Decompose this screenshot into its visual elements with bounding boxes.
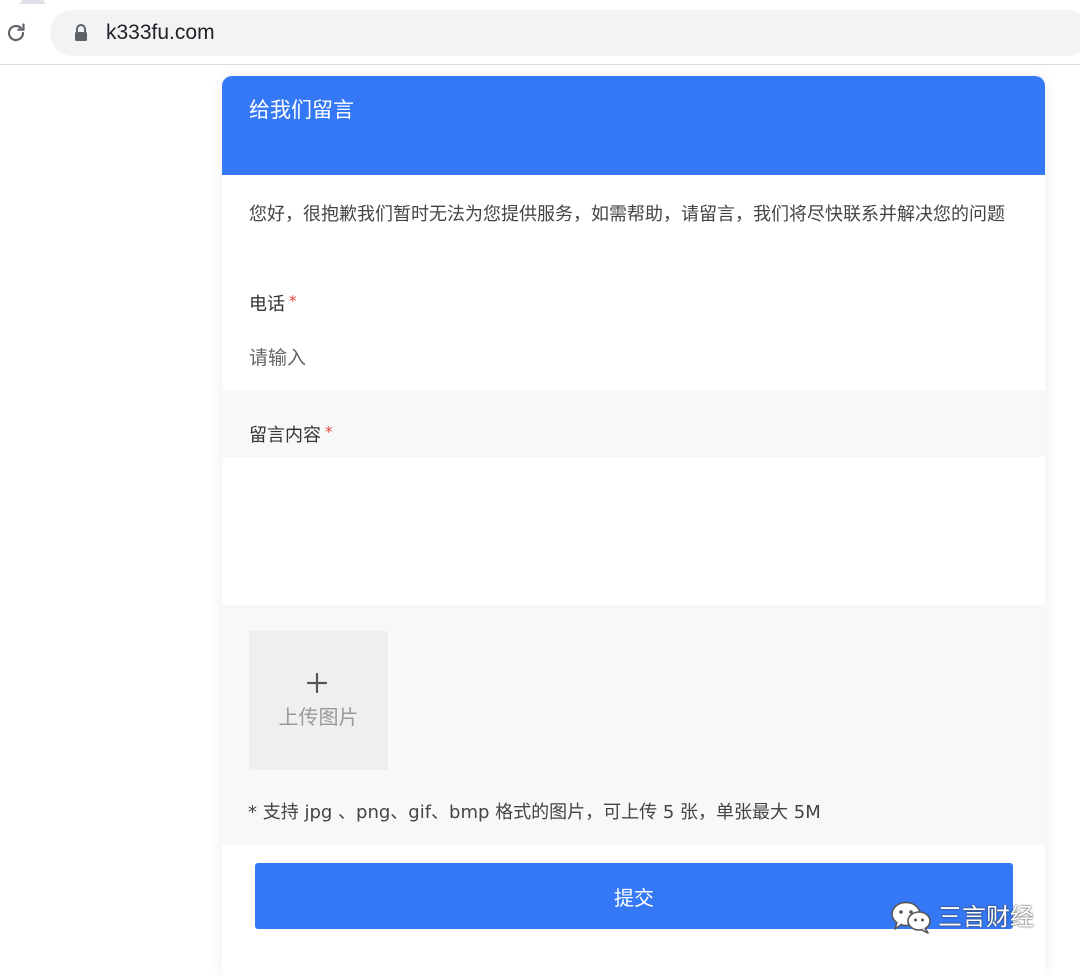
phone-input[interactable] [222,326,1045,390]
plus-icon [305,671,329,695]
url-text[interactable]: k333fu.com [106,20,215,46]
card-title: 给我们留言 [249,98,354,122]
reload-icon[interactable] [4,21,28,45]
address-bar[interactable]: k333fu.com [50,10,1080,56]
message-label-band [222,390,1045,457]
watermark-text: 三言财经 [938,903,1034,931]
required-mark: * [289,292,297,310]
card-header: 给我们留言 [222,76,1045,175]
message-label-text: 留言内容 [249,425,321,446]
leave-message-card: 给我们留言 您好，很抱歉我们暂时无法为您提供服务，如需帮助，请留言，我们将尽快联… [222,76,1045,976]
upload-image-button[interactable]: 上传图片 [249,631,388,770]
browser-toolbar: k333fu.com [0,0,1080,65]
message-label: 留言内容 * [249,419,333,449]
upload-format-note: * 支持 jpg 、png、gif、bmp 格式的图片，可上传 5 张，单张最大… [248,802,821,823]
intro-text: 您好，很抱歉我们暂时无法为您提供服务，如需帮助，请留言，我们将尽快联系并解决您的… [249,204,1005,225]
upload-image-label: 上传图片 [278,705,359,729]
phone-label: 电话 * [249,288,297,318]
tab-strip-edge [0,0,1080,4]
watermark: 三言财经 [890,898,1050,938]
lock-icon[interactable] [72,23,90,43]
phone-label-text: 电话 [249,294,285,315]
message-textarea[interactable] [222,457,1045,605]
wechat-icon [890,900,934,934]
required-mark: * [325,423,333,441]
